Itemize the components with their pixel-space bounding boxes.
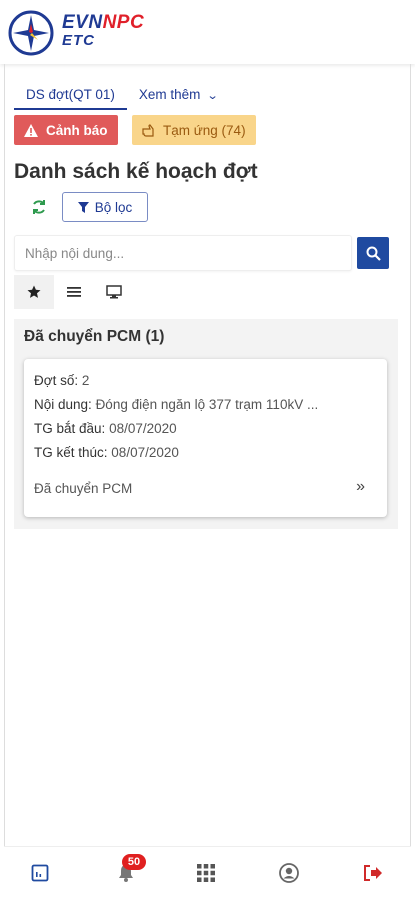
content-value: Đóng điện ngăn lộ 377 trạm 110kV ...: [95, 397, 319, 412]
batch-value: 2: [81, 373, 90, 388]
warning-icon: [24, 123, 38, 137]
brand-evn: EVN: [62, 12, 103, 33]
brand-etc: ETC: [62, 32, 95, 49]
card-row-batch: Đợt số: 2: [34, 373, 89, 388]
group-title: Đã chuyển PCM (1): [24, 328, 165, 345]
brand-npc: NPC: [102, 12, 145, 33]
bottom-nav: [4, 846, 411, 900]
view-desktop[interactable]: [94, 275, 134, 309]
tab-xem-them[interactable]: Xem thêm ⌄: [127, 84, 230, 110]
notification-badge: 50: [122, 854, 146, 870]
app-header: EVNNPC ETC: [0, 0, 415, 64]
report-icon: [31, 864, 49, 882]
star-icon: [27, 285, 41, 298]
tab-ds-dot-label: DS đợt(QT 01): [26, 87, 115, 102]
end-value: 08/07/2020: [111, 445, 179, 460]
top-tabs: DS đợt(QT 01) Xem thêm ⌄: [14, 84, 230, 110]
filter-button[interactable]: Bộ lọc: [62, 192, 148, 222]
filter-button-label: Bộ lọc: [94, 199, 133, 215]
filter-icon: [77, 201, 89, 213]
card-status: Đã chuyển PCM: [34, 481, 133, 496]
view-mode-tabs: [14, 275, 134, 309]
brand-name: EVNNPC ETC: [62, 12, 145, 50]
monitor-icon: [106, 285, 122, 299]
batch-label: Đợt số:: [34, 373, 79, 388]
list-icon: [67, 287, 81, 297]
alert-button[interactable]: Cảnh báo: [14, 115, 118, 145]
end-label: TG kết thúc:: [34, 445, 108, 460]
batch-card[interactable]: Đợt số: 2 Nội dung: Đóng điện ngăn lộ 37…: [24, 359, 387, 517]
content-label: Nội dung:: [34, 397, 92, 412]
view-list[interactable]: [54, 275, 94, 309]
status-group: Đã chuyển PCM (1) Đợt số: 2 Nội dung: Đó…: [14, 319, 398, 529]
card-detail-arrow[interactable]: »: [356, 478, 365, 496]
start-label: TG bắt đầu:: [34, 421, 106, 436]
card-row-end: TG kết thúc: 08/07/2020: [34, 445, 179, 460]
start-value: 08/07/2020: [109, 421, 177, 436]
view-favorite[interactable]: [14, 275, 54, 309]
tab-ds-dot[interactable]: DS đợt(QT 01): [14, 84, 127, 110]
evn-logo-icon: [8, 10, 54, 56]
nav-apps[interactable]: [194, 861, 218, 885]
nav-profile[interactable]: [277, 861, 301, 885]
tab-xem-them-label: Xem thêm: [138, 87, 201, 102]
card-row-start: TG bắt đầu: 08/07/2020: [34, 421, 177, 436]
advance-button-label: Tạm ứng (74): [163, 122, 246, 138]
advance-button[interactable]: Tạm ứng (74): [132, 115, 256, 145]
alert-button-label: Cảnh báo: [46, 122, 108, 138]
search-icon: [366, 246, 381, 261]
nav-report[interactable]: [28, 861, 52, 885]
refresh-icon[interactable]: [30, 198, 48, 216]
search-button[interactable]: [357, 237, 389, 269]
user-circle-icon: [279, 863, 299, 883]
hand-point-icon: [142, 123, 154, 137]
card-row-content: Nội dung: Đóng điện ngăn lộ 377 trạm 110…: [34, 397, 318, 412]
nav-logout[interactable]: [361, 861, 385, 885]
apps-grid-icon: [197, 864, 215, 882]
logout-icon: [364, 865, 382, 881]
search-input[interactable]: [14, 235, 352, 271]
page-title: Danh sách kế hoạch đợt: [14, 160, 258, 183]
chevron-down-icon: ⌄: [207, 90, 220, 102]
